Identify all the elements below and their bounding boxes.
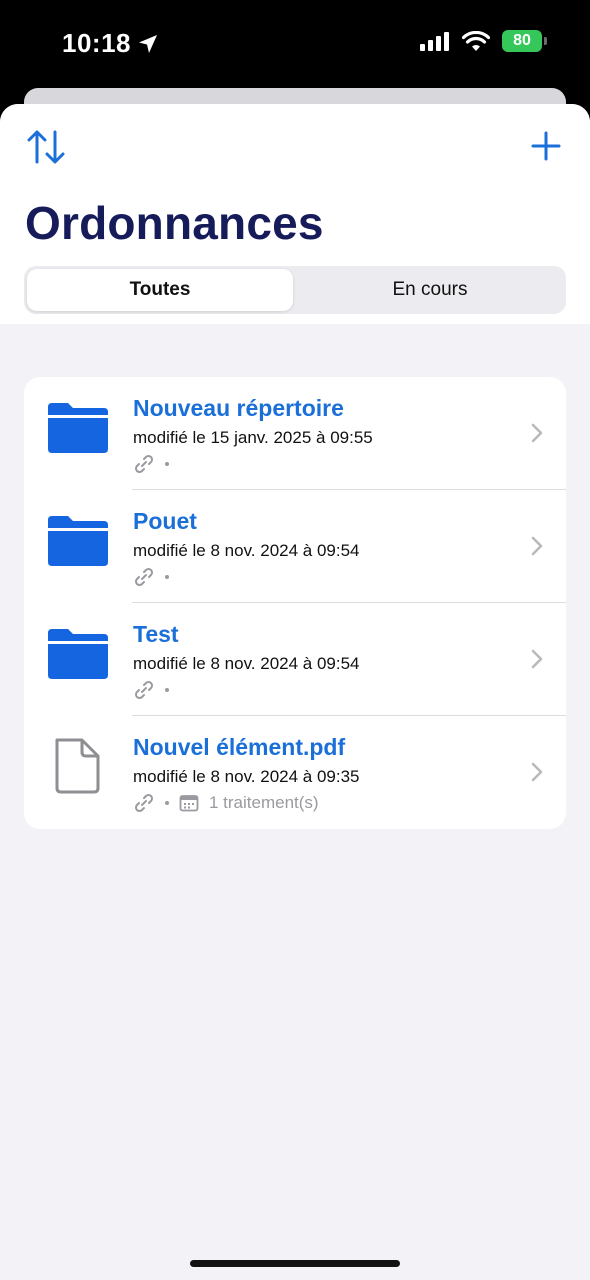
segment-ongoing[interactable]: En cours [297,269,563,311]
folder-icon [48,516,108,566]
item-meta [133,679,169,701]
add-button[interactable] [526,126,566,166]
link-icon [134,454,154,474]
item-modified: modifié le 8 nov. 2024 à 09:35 [133,767,360,786]
item-modified: modifié le 8 nov. 2024 à 09:54 [133,654,360,673]
battery-level: 80 [513,32,531,49]
item-modified: modifié le 15 janv. 2025 à 09:55 [133,428,373,447]
chevron-right-icon [531,762,543,782]
list-item[interactable]: Test modifié le 8 nov. 2024 à 09:54 [24,603,566,716]
battery-indicator: 80 [502,30,547,52]
list-item[interactable]: Pouet modifié le 8 nov. 2024 à 09:54 [24,490,566,603]
chevron-right-icon [531,536,543,556]
chevron-right-icon [531,423,543,443]
separator-dot [165,462,169,466]
item-meta [133,453,169,475]
item-title: Nouveau répertoire [133,395,344,421]
screen: 10:18 80 Ordonnances Toutes En cours Nou… [0,0,590,1280]
chevron-right-icon [531,649,543,669]
main-sheet: Ordonnances Toutes En cours Nouveau répe… [0,104,590,1280]
separator-dot [165,575,169,579]
item-treatments: 1 traitement(s) [209,793,319,812]
status-time-text: 10:18 [62,28,131,58]
location-arrow-icon [139,34,157,53]
home-indicator [190,1260,400,1267]
folder-icon [48,403,108,453]
item-title: Test [133,621,179,647]
signal-bars-icon [420,32,449,51]
item-title: Nouvel élément.pdf [133,734,346,760]
item-meta: 1 traitement(s) [133,792,319,814]
plus-icon [531,131,561,161]
item-title: Pouet [133,508,197,534]
link-icon [134,793,154,813]
sort-button[interactable] [26,128,68,166]
document-icon [55,738,100,794]
item-modified: modifié le 8 nov. 2024 à 09:54 [133,541,360,560]
folder-icon [48,629,108,679]
link-icon [134,680,154,700]
page-title: Ordonnances [25,197,324,249]
segment-all[interactable]: Toutes [27,269,293,311]
list-item[interactable]: Nouvel élément.pdf modifié le 8 nov. 202… [24,716,566,829]
prescription-list: Nouveau répertoire modifié le 15 janv. 2… [24,377,566,829]
link-icon [134,567,154,587]
wifi-icon [462,30,490,51]
item-meta [133,566,169,588]
separator-dot [165,688,169,692]
status-indicators: 80 [420,30,547,52]
calendar-icon [179,795,199,812]
status-time: 10:18 [62,28,159,59]
list-item[interactable]: Nouveau répertoire modifié le 15 janv. 2… [24,377,566,490]
status-bar: 10:18 80 [0,0,590,88]
separator-dot [165,801,169,805]
sort-arrows-icon [27,130,65,164]
sheet-header: Ordonnances Toutes En cours [0,104,590,324]
segmented-control: Toutes En cours [24,266,566,314]
